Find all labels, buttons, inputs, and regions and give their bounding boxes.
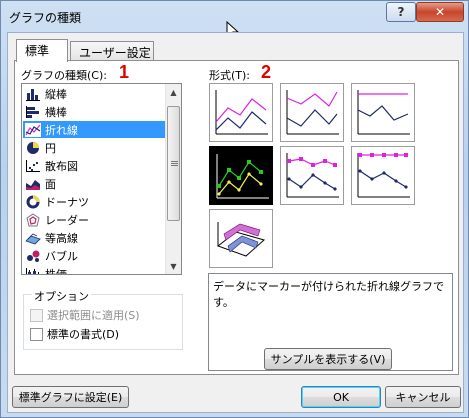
grip-line xyxy=(171,163,178,164)
scatter-chart-icon xyxy=(26,159,40,172)
subtype-100-stacked-line[interactable] xyxy=(351,83,415,142)
area-chart-icon xyxy=(26,179,40,190)
tab-custom[interactable]: ユーザー設定 xyxy=(70,41,154,61)
list-item-label: レーダー xyxy=(45,213,89,227)
options-group: オプション 選択範囲に適用(S) 標準の書式(D) xyxy=(23,288,183,350)
subtype-stacked-line[interactable] xyxy=(280,83,344,142)
checkbox-box xyxy=(30,308,43,322)
subtype-3d-line[interactable] xyxy=(209,209,273,268)
subtype-100-stacked-line-with-markers[interactable] xyxy=(351,146,415,205)
line-chart-icon xyxy=(25,122,41,137)
percent-stacked-line-markers-preview xyxy=(357,153,410,198)
column-chart-icon xyxy=(26,88,40,101)
scroll-thumb[interactable] xyxy=(167,106,180,221)
list-item-label: 面 xyxy=(45,177,56,191)
list-scrollbar[interactable]: ▲ ▼ xyxy=(165,84,181,274)
subtype-line[interactable] xyxy=(209,83,273,142)
list-item-pie[interactable]: 円 xyxy=(23,139,166,156)
cancel-button[interactable]: キャンセル xyxy=(385,386,461,408)
tab-standard[interactable]: 標準 xyxy=(16,39,68,62)
percent-stacked-line-preview xyxy=(357,90,410,135)
dialog-body: 標準 ユーザー設定 グラフの種類(C): 1 形式(T): 2 縦棒 横棒 折れ… xyxy=(7,32,464,413)
options-group-title: オプション xyxy=(32,288,91,304)
bar-chart-icon xyxy=(26,105,39,118)
list-item-label: バブル xyxy=(45,249,78,263)
stock-chart-icon xyxy=(26,267,39,274)
chart-type-list[interactable]: 縦棒 横棒 折れ線 円 散布図 面 ドーナツ レーダー 等高線 バブル 株価 ▲… xyxy=(21,83,182,275)
list-item-doughnut[interactable]: ドーナツ xyxy=(23,193,166,210)
checkbox-label: 標準の書式(D) xyxy=(47,328,120,341)
close-button[interactable]: ✕ xyxy=(416,2,464,22)
annotation-2: 2 xyxy=(261,62,272,82)
scroll-up-arrow-icon[interactable]: ▲ xyxy=(166,84,181,100)
3d-line-preview xyxy=(216,222,266,257)
annotation-1: 1 xyxy=(119,62,130,82)
bubble-chart-icon xyxy=(27,250,40,262)
chart-type-label: グラフの種類(C): xyxy=(21,69,107,82)
subtype-label: 形式(T): xyxy=(209,69,251,82)
grip-line xyxy=(171,161,178,162)
list-item-line[interactable]: 折れ線 xyxy=(23,121,166,138)
checkbox-label: 選択範囲に適用(S) xyxy=(47,309,140,322)
list-item-label: 円 xyxy=(45,141,56,155)
default-format-checkbox[interactable]: 標準の書式(D) xyxy=(30,326,119,342)
list-item-label: 横棒 xyxy=(45,105,67,119)
ok-button[interactable]: OK xyxy=(301,386,381,408)
tab-panel: グラフの種類(C): 1 形式(T): 2 縦棒 横棒 折れ線 円 散布図 面 … xyxy=(14,60,459,375)
subtype-line-with-markers[interactable] xyxy=(209,146,273,205)
list-item-radar[interactable]: レーダー xyxy=(23,211,166,228)
list-item-label: 縦棒 xyxy=(45,87,67,101)
dialog-title: グラフの種類 xyxy=(9,11,82,25)
apply-to-selection-checkbox[interactable]: 選択範囲に適用(S) xyxy=(30,307,140,323)
list-item-area[interactable]: 面 xyxy=(23,175,166,192)
checkbox-box xyxy=(30,327,43,341)
stacked-line-markers-preview xyxy=(286,153,339,198)
list-item-label: ドーナツ xyxy=(45,195,89,209)
list-item-bar[interactable]: 横棒 xyxy=(23,103,166,120)
list-item-column[interactable]: 縦棒 xyxy=(23,85,166,102)
list-item-stock[interactable]: 株価 xyxy=(23,265,166,275)
grip-line xyxy=(171,165,178,166)
list-item-bubble[interactable]: バブル xyxy=(23,247,166,264)
list-item-label: 等高線 xyxy=(45,231,78,245)
pie-chart-icon xyxy=(27,141,39,154)
help-button[interactable]: ? xyxy=(386,2,416,22)
list-item-label: 株価 xyxy=(45,267,67,275)
preview-button[interactable]: サンプルを表示する(V) xyxy=(264,348,392,370)
chart-type-dialog: グラフの種類 ? ✕ 標準 ユーザー設定 グラフの種類(C): 1 形式(T):… xyxy=(0,0,469,418)
line-markers-preview xyxy=(216,154,269,199)
subtype-stacked-line-with-markers[interactable] xyxy=(280,146,344,205)
line-subtype-preview xyxy=(215,90,268,135)
list-item-label: 散布図 xyxy=(45,159,78,173)
list-item-scatter[interactable]: 散布図 xyxy=(23,157,166,174)
list-item-label: 折れ線 xyxy=(45,123,78,137)
scroll-down-arrow-icon[interactable]: ▼ xyxy=(166,258,181,274)
set-default-chart-button[interactable]: 標準グラフに設定(E) xyxy=(12,386,129,408)
radar-chart-icon xyxy=(26,212,40,226)
list-item-surface[interactable]: 等高線 xyxy=(23,229,166,246)
stacked-line-preview xyxy=(286,90,339,135)
surface-chart-icon xyxy=(25,233,41,244)
doughnut-chart-icon xyxy=(26,195,40,208)
